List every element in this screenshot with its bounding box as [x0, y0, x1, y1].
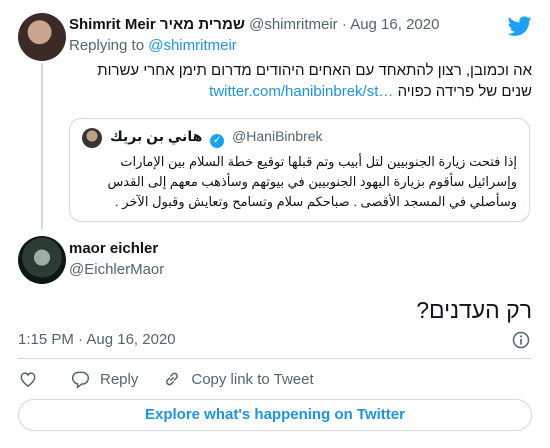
copy-link-label: Copy link to Tweet	[191, 370, 314, 388]
reply-button[interactable]: Reply	[70, 369, 138, 389]
quoted-handle: @HaniBinbrek	[232, 128, 323, 144]
parent-separator: ·	[341, 16, 347, 33]
parent-handle[interactable]: @shimritmeir	[249, 16, 338, 33]
quoted-avatar	[82, 128, 102, 148]
quoted-tweet[interactable]: هاني بن بريك ✓ @HaniBinbrek إذا فتحت زيا…	[69, 118, 530, 222]
action-bar: Reply Copy link to Tweet	[18, 369, 314, 389]
parent-header: Shimrit Meir שמרית מאיר @shimritmeir · A…	[69, 16, 439, 33]
quoted-text: إذا فتحت زيارة الجنوبيين لتل أبيب وتم قب…	[107, 154, 517, 209]
link-icon	[166, 372, 179, 386]
reply-icon	[71, 371, 90, 389]
main-time: 1:15 PM	[18, 331, 74, 348]
parent-date[interactable]: Aug 16, 2020	[350, 16, 439, 33]
heart-icon	[20, 372, 36, 387]
replying-handle[interactable]: @shimritmeir	[148, 37, 237, 54]
main-name[interactable]: maor eichler	[69, 240, 158, 257]
quoted-name: هاني بن بريك	[110, 128, 203, 144]
parent-link[interactable]: twitter.com/hanibinbrek/st…	[209, 83, 393, 100]
parent-tweet-text: אה וכמובן, רצון להתאחד עם האחים היהודים …	[72, 60, 532, 102]
copy-link-button[interactable]: Copy link to Tweet	[162, 369, 314, 389]
main-tweet-text: רק העדנים?	[416, 297, 532, 323]
replying-to: Replying to @shimritmeir	[69, 37, 237, 54]
verified-icon: ✓	[210, 134, 225, 148]
thread-line	[41, 63, 43, 229]
parent-avatar[interactable]	[18, 13, 66, 61]
reply-label: Reply	[100, 370, 139, 388]
parent-name[interactable]: Shimrit Meir שמרית מאיר	[69, 16, 245, 33]
timestamp[interactable]: 1:15 PM · Aug 16, 2020	[18, 331, 176, 348]
main-separator: ·	[78, 331, 84, 348]
main-date: Aug 16, 2020	[86, 331, 176, 348]
like-button[interactable]	[18, 369, 38, 389]
main-avatar[interactable]	[18, 236, 66, 284]
explore-button[interactable]: Explore what's happening on Twitter	[18, 399, 532, 431]
quoted-header: هاني بن بريك ✓ @HaniBinbrek	[110, 128, 323, 148]
main-handle[interactable]: @EichlerMaor	[69, 261, 164, 278]
info-icon[interactable]	[511, 330, 531, 350]
twitter-bird-icon[interactable]	[508, 14, 532, 38]
divider-top	[18, 358, 532, 359]
replying-prefix: Replying to	[69, 37, 145, 54]
